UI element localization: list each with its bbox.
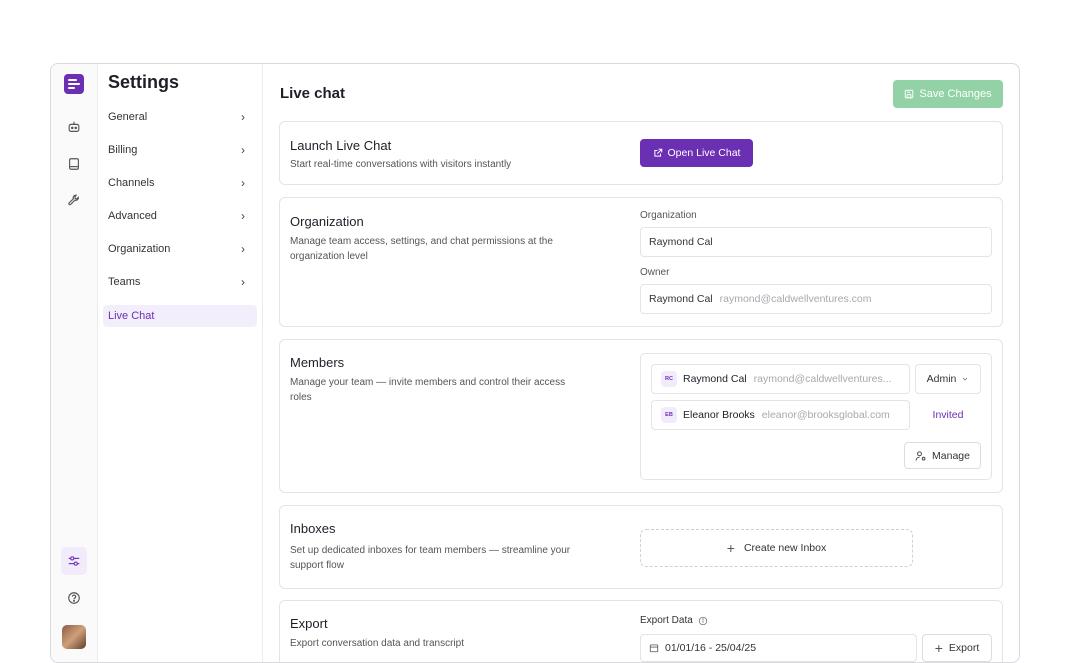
settings-window: Settings General › Billing › Channels › … — [50, 63, 1020, 663]
manage-members-button[interactable]: Manage — [904, 442, 981, 469]
open-live-chat-label: Open Live Chat — [667, 147, 741, 159]
chevron-right-icon: › — [241, 209, 245, 223]
sidebar-item-label: Billing — [108, 144, 138, 156]
date-range-value: 01/01/16 - 25/04/25 — [665, 642, 757, 654]
open-live-chat-button[interactable]: Open Live Chat — [640, 139, 753, 167]
member-name: Eleanor Brooks — [683, 409, 755, 421]
organization-value: Raymond Cal — [649, 236, 713, 248]
card-description: Manage team access, settings, and chat p… — [290, 236, 553, 262]
export-label: Export — [948, 642, 980, 654]
chevron-right-icon: › — [241, 110, 245, 124]
member-email: eleanor@brooksglobal.com — [761, 409, 890, 421]
sidebar-title: Settings — [108, 72, 180, 92]
organization-label: Organization — [640, 210, 697, 221]
book-icon[interactable] — [63, 153, 85, 175]
card-description: Set up dedicated inboxes for team member… — [290, 545, 571, 571]
main-content: Live chat Save Changes Launch Live Chat … — [263, 64, 1019, 662]
export-data-label-text: Export Data — [640, 615, 693, 626]
owner-name: Raymond Cal — [649, 293, 713, 305]
member-row[interactable]: EB Eleanor Brooks eleanor@brooksglobal.c… — [651, 400, 910, 430]
settings-sidebar: Settings General › Billing › Channels › … — [98, 64, 263, 662]
manage-label: Manage — [932, 449, 970, 462]
owner-email: raymond@caldwellventures.com — [719, 293, 872, 305]
create-inbox-button[interactable]: + Create new Inbox — [640, 529, 913, 567]
sidebar-item-organization[interactable]: Organization › — [103, 238, 257, 260]
date-range-select[interactable]: 01/01/16 - 25/04/25 — [640, 634, 917, 662]
sidebar-item-billing[interactable]: Billing › — [103, 139, 257, 161]
calendar-icon — [649, 644, 659, 653]
sidebar-item-general[interactable]: General › — [103, 106, 257, 128]
card-title: Export — [290, 616, 328, 631]
bot-icon[interactable] — [63, 116, 85, 138]
export-card: Export Export conversation data and tran… — [279, 600, 1003, 662]
chevron-right-icon: › — [241, 176, 245, 190]
chevron-right-icon: › — [241, 275, 245, 289]
role-select[interactable]: Admin — [915, 364, 981, 394]
app-logo[interactable] — [64, 74, 84, 94]
sidebar-item-label: Live Chat — [108, 310, 155, 322]
save-button[interactable]: Save Changes — [893, 80, 1003, 108]
card-title: Members — [290, 355, 345, 370]
save-button-label: Save Changes — [919, 88, 992, 100]
members-card: Members Manage your team — invite member… — [279, 339, 1003, 493]
member-row[interactable]: RC Raymond Cal raymond@caldwellventures.… — [651, 364, 910, 394]
card-description: Start real-time conversations with visit… — [290, 159, 512, 170]
wrench-icon[interactable] — [63, 189, 85, 211]
role-value: Admin — [926, 373, 957, 385]
avatar[interactable] — [62, 625, 86, 649]
sidebar-item-label: Teams — [108, 276, 141, 288]
card-title: Inboxes — [290, 521, 336, 536]
plus-icon: + — [934, 640, 943, 656]
sidebar-item-label: Organization — [108, 243, 171, 255]
icon-rail — [51, 64, 98, 662]
member-initials: EB — [661, 407, 677, 423]
organization-card: Organization Manage team access, setting… — [279, 197, 1003, 327]
sidebar-item-channels[interactable]: Channels › — [103, 172, 257, 194]
help-icon[interactable] — [63, 587, 85, 609]
members-list: RC Raymond Cal raymond@caldwellventures.… — [640, 353, 992, 480]
card-description: Export conversation data and transcript — [290, 638, 464, 649]
save-icon — [905, 89, 914, 99]
organization-field[interactable]: Raymond Cal — [640, 227, 992, 257]
member-name: Raymond Cal — [683, 373, 747, 385]
page-title: Live chat — [280, 85, 346, 102]
create-inbox-label: Create new Inbox — [743, 542, 827, 554]
sidebar-item-live-chat[interactable]: Live Chat — [103, 305, 257, 327]
owner-field[interactable]: Raymond Cal raymond@caldwellventures.com — [640, 284, 992, 314]
chevron-right-icon: › — [241, 242, 245, 256]
card-description: Manage your team — invite members and co… — [290, 377, 566, 403]
sliders-icon[interactable] — [61, 547, 87, 575]
chevron-down-icon — [963, 377, 968, 381]
card-title: Organization — [290, 214, 364, 229]
invited-status: Invited — [932, 409, 964, 421]
card-title: Launch Live Chat — [290, 138, 392, 153]
launch-live-chat-card: Launch Live Chat Start real-time convers… — [279, 121, 1003, 185]
member-email: raymond@caldwellventures... — [753, 373, 892, 385]
sidebar-item-teams[interactable]: Teams › — [103, 271, 257, 293]
member-initials: RC — [661, 371, 677, 387]
sidebar-item-label: General — [108, 111, 148, 123]
export-button[interactable]: + Export — [922, 634, 992, 662]
chevron-right-icon: › — [241, 143, 245, 157]
info-icon — [698, 616, 707, 625]
inboxes-card: Inboxes Set up dedicated inboxes for tea… — [279, 505, 1003, 589]
export-data-label: Export Data — [640, 615, 708, 626]
sidebar-item-advanced[interactable]: Advanced › — [103, 205, 257, 227]
external-link-icon — [653, 148, 662, 157]
sidebar-item-label: Advanced — [108, 210, 157, 222]
owner-label: Owner — [640, 267, 670, 278]
plus-icon: + — [726, 540, 735, 556]
sidebar-item-label: Channels — [108, 177, 155, 189]
user-settings-icon — [915, 450, 926, 461]
